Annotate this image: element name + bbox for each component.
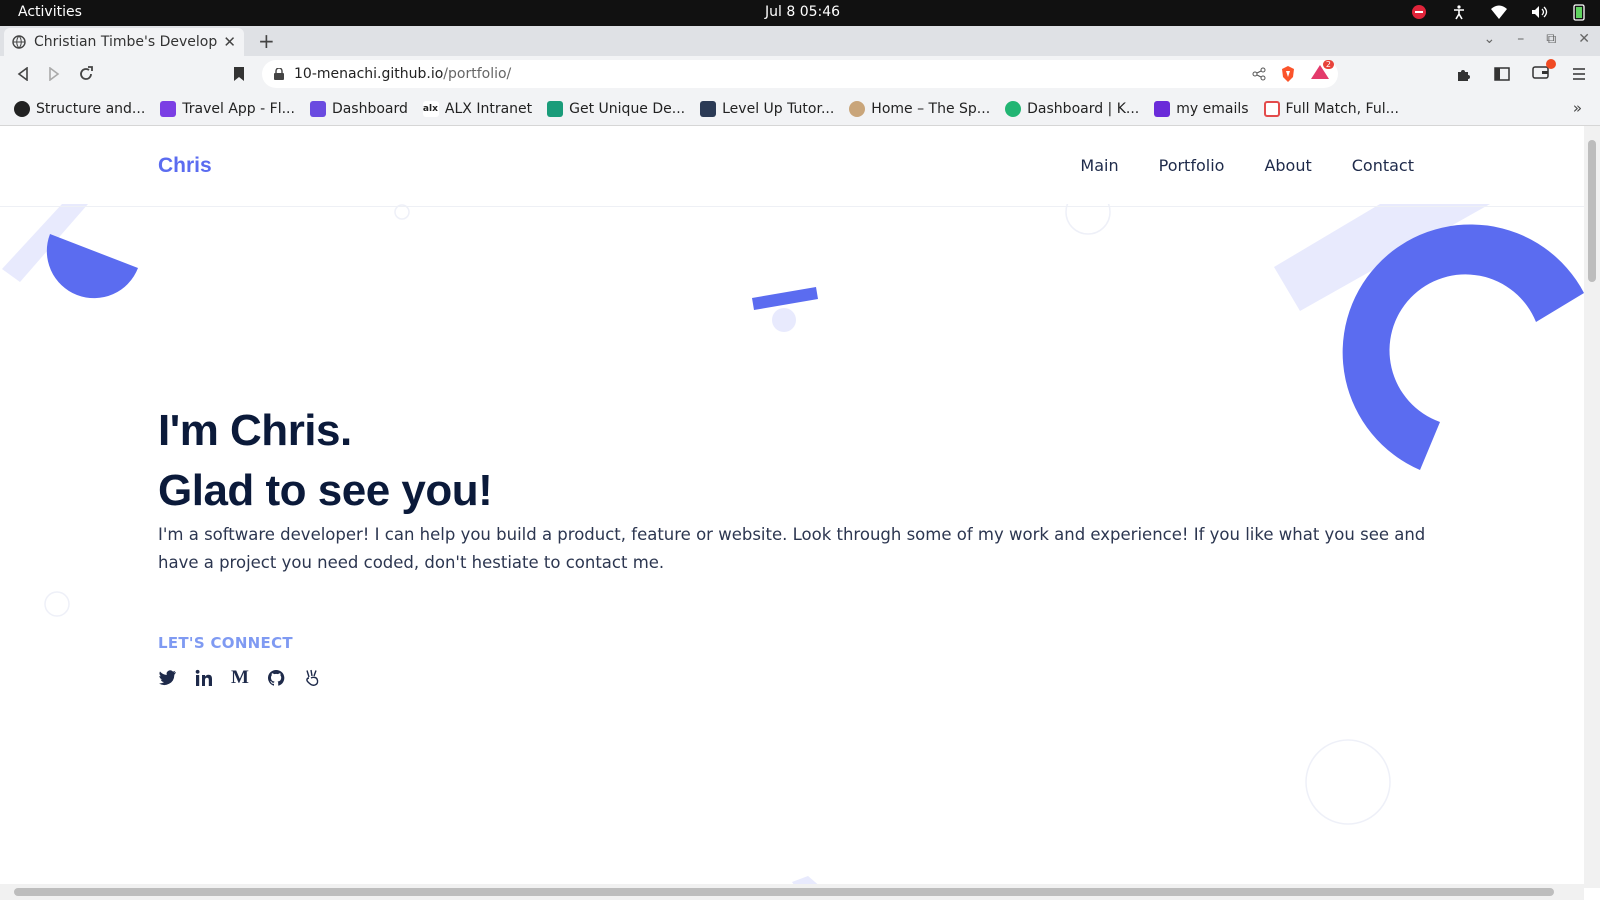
bookmark-favicon-icon: [1154, 100, 1171, 117]
wallet-icon[interactable]: [1532, 59, 1556, 84]
bookmark-item[interactable]: Home – The Sp...: [849, 100, 990, 117]
extensions-icon[interactable]: [1456, 66, 1472, 82]
bookmark-favicon-icon: [547, 100, 564, 117]
activities-button[interactable]: Activities: [18, 4, 82, 20]
bookmark-favicon-icon: [1263, 100, 1280, 117]
bookmark-favicon-icon: [849, 100, 866, 117]
horizontal-scrollbar[interactable]: [0, 884, 1584, 900]
new-tab-button[interactable]: +: [258, 29, 275, 53]
window-controls: ⌄ – ⧉ ✕: [1484, 31, 1590, 47]
bookmark-favicon-icon: alx: [422, 100, 439, 117]
system-tray[interactable]: [1410, 3, 1588, 21]
minimize-button[interactable]: –: [1517, 31, 1524, 47]
maximize-button[interactable]: ⧉: [1546, 31, 1556, 47]
bookmark-item[interactable]: Get Unique De...: [547, 100, 685, 117]
hero-heading-line2: Glad to see you!: [158, 466, 493, 515]
github-icon[interactable]: [266, 668, 286, 688]
bookmark-item[interactable]: Travel App - Fl...: [160, 100, 295, 117]
more-bookmarks-icon[interactable]: »: [1573, 99, 1582, 117]
nav-link-contact[interactable]: Contact: [1352, 156, 1414, 175]
vertical-scrollbar[interactable]: [1584, 126, 1600, 888]
angellist-icon[interactable]: [302, 668, 322, 688]
back-button[interactable]: [12, 63, 34, 85]
url-host: 10-menachi.github.io: [294, 66, 444, 82]
battery-icon[interactable]: [1570, 3, 1588, 21]
twitter-icon[interactable]: [158, 668, 178, 688]
vertical-scroll-thumb[interactable]: [1588, 140, 1596, 282]
horizontal-scroll-thumb[interactable]: [14, 888, 1554, 896]
wifi-icon[interactable]: [1490, 3, 1508, 21]
bookmark-item[interactable]: alx ALX Intranet: [422, 100, 532, 117]
medium-icon[interactable]: M: [230, 667, 250, 688]
bookmark-item[interactable]: Level Up Tutor...: [700, 100, 834, 117]
share-icon[interactable]: [1252, 67, 1266, 81]
system-top-bar: Activities Jul 8 05:46: [0, 0, 1600, 26]
brave-rewards-icon[interactable]: 2: [1310, 60, 1334, 84]
social-links: M: [158, 667, 322, 688]
toolbar-right-actions: [1456, 59, 1586, 84]
decorative-circles: [44, 591, 1391, 888]
address-bar-actions: 2: [1252, 60, 1334, 84]
forward-button[interactable]: [43, 63, 65, 85]
bookmark-item[interactable]: my emails: [1154, 100, 1249, 117]
rewards-badge: 2: [1322, 60, 1334, 69]
tab-search-icon[interactable]: ⌄: [1484, 31, 1496, 47]
volume-icon[interactable]: [1530, 3, 1548, 21]
connect-label: LET'S CONNECT: [158, 634, 293, 652]
tab-title: Christian Timbe's Develop: [34, 34, 218, 50]
address-bar[interactable]: 10-menachi.github.io/portfolio/ 2: [262, 60, 1338, 88]
nav-link-main[interactable]: Main: [1080, 156, 1118, 175]
reload-button[interactable]: [75, 63, 97, 85]
browser-toolbar: 10-menachi.github.io/portfolio/ 2: [0, 56, 1600, 92]
bookmark-favicon-icon: [309, 100, 326, 117]
web-page: Chris Main Portfolio About Contact I'm C…: [0, 126, 1584, 888]
do-not-disturb-icon[interactable]: [1410, 3, 1428, 21]
url-path: /portfolio/: [443, 66, 512, 82]
globe-icon: [12, 35, 26, 49]
nav-link-about[interactable]: About: [1264, 156, 1311, 175]
close-tab-icon[interactable]: ✕: [223, 33, 236, 51]
site-brand-logo[interactable]: Chris: [158, 154, 212, 178]
lock-icon[interactable]: [274, 68, 284, 80]
bookmark-favicon-icon: [14, 100, 30, 117]
close-window-button[interactable]: ✕: [1578, 31, 1590, 47]
bookmark-favicon-icon: [1005, 100, 1022, 117]
bookmark-icon[interactable]: [228, 63, 250, 85]
bookmarks-bar: Structure and... Travel App - Fl... Dash…: [0, 92, 1600, 126]
sidebar-icon[interactable]: [1494, 67, 1510, 81]
bookmark-item[interactable]: Structure and...: [14, 100, 145, 117]
menu-icon[interactable]: [1572, 67, 1586, 81]
site-navbar: Chris Main Portfolio About Contact: [0, 126, 1584, 207]
bookmark-item[interactable]: Full Match, Ful...: [1263, 100, 1399, 117]
site-menu: Main Portfolio About Contact: [1080, 156, 1414, 175]
hero-intro: I'm a software developer! I can help you…: [158, 525, 1426, 572]
hero-heading-line1: I'm Chris.: [158, 406, 352, 455]
linkedin-icon[interactable]: [194, 668, 214, 688]
bookmark-favicon-icon: [160, 100, 177, 117]
browser-tab[interactable]: Christian Timbe's Develop ✕: [4, 28, 244, 56]
tab-strip: Christian Timbe's Develop ✕ + ⌄ – ⧉ ✕: [0, 26, 1600, 56]
bookmark-favicon-icon: [700, 100, 717, 117]
clock[interactable]: Jul 8 05:46: [765, 4, 840, 20]
brave-shields-icon[interactable]: [1280, 65, 1296, 83]
bookmark-item[interactable]: Dashboard | K...: [1005, 100, 1139, 117]
accessibility-icon[interactable]: [1450, 3, 1468, 21]
notification-dot: [1546, 59, 1556, 69]
nav-link-portfolio[interactable]: Portfolio: [1159, 156, 1225, 175]
bookmark-item[interactable]: Dashboard: [309, 100, 408, 117]
